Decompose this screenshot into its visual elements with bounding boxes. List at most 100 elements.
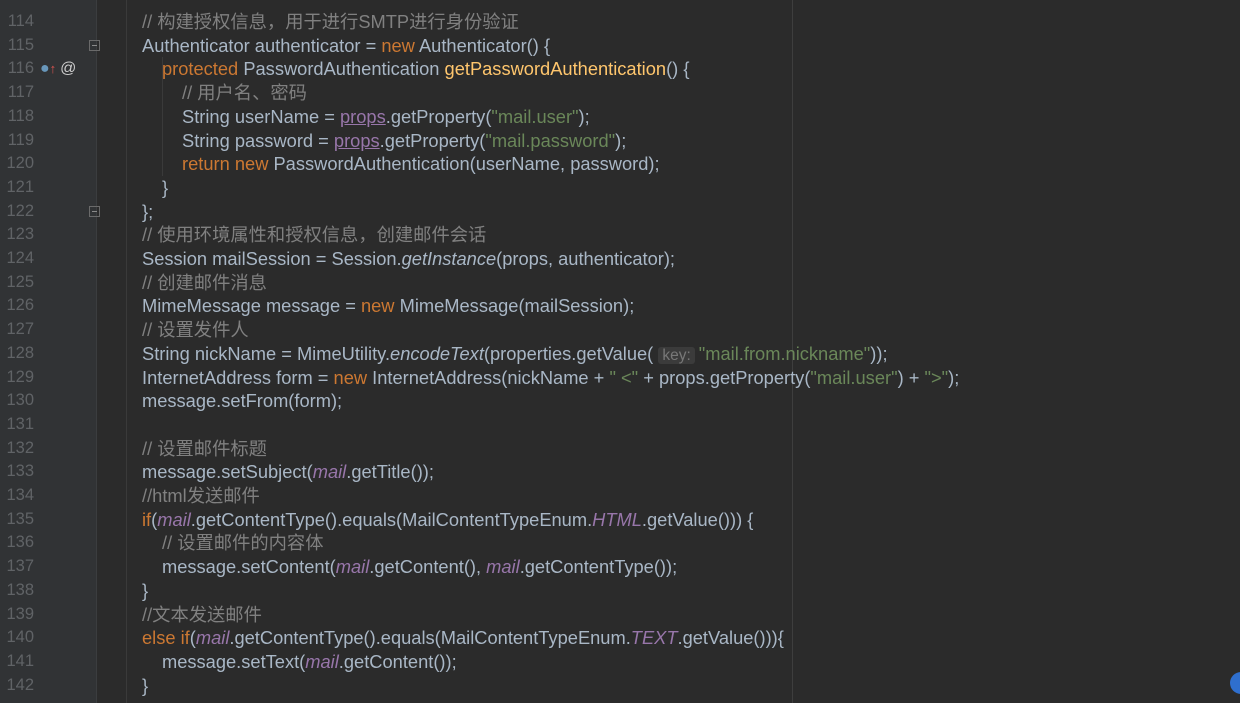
code-line[interactable]: 129 InternetAddress form = new InternetAd… (0, 366, 1240, 390)
code-line[interactable]: 141 message.setText(mail.getContent()); (0, 650, 1240, 674)
code-line[interactable]: 114 // 构建授权信息，用于进行SMTP进行身份验证 (0, 10, 1240, 34)
code-line[interactable]: 138} (0, 579, 1240, 603)
code-line[interactable]: 137 message.setContent(mail.getContent(),… (0, 555, 1240, 579)
code-text: InternetAddress form = new InternetAddre… (142, 366, 959, 390)
code-text: // 设置邮件标题 (142, 437, 267, 461)
line-number: 126 (6, 296, 34, 315)
code-line[interactable]: 119 String password = props.getProperty("… (0, 129, 1240, 153)
code-token: .getContent(), (369, 556, 487, 578)
code-token: mail (335, 556, 370, 578)
code-line[interactable]: 125 // 创建邮件消息 (0, 271, 1240, 295)
code-token: // 设置邮件的内容体 (162, 532, 324, 554)
line-number: 125 (6, 272, 34, 291)
code-line[interactable]: 126 MimeMessage message = new MimeMessage… (0, 294, 1240, 318)
line-number: 117 (7, 83, 34, 102)
code-line[interactable]: 127 // 设置发件人 (0, 318, 1240, 342)
code-text: // 设置邮件的内容体 (162, 531, 324, 555)
code-token: props (333, 129, 380, 151)
code-token: } (142, 579, 149, 601)
code-line[interactable]: 142} (0, 674, 1240, 698)
line-number: 116 (7, 59, 34, 78)
code-line[interactable]: 131 (0, 413, 1240, 437)
code-line[interactable]: 140 else if(mail.getContentType().equals(… (0, 626, 1240, 650)
code-token: protected (162, 58, 239, 80)
line-number: 127 (6, 320, 34, 339)
code-token: )); (870, 342, 888, 364)
override-method-icon[interactable]: ●↑ @ (40, 57, 76, 81)
code-line[interactable]: 124 Session mailSession = Session.getInst… (0, 247, 1240, 271)
code-token: mail (312, 461, 347, 483)
code-text: if(mail.getContentType().equals(MailCont… (142, 508, 753, 532)
code-text: String password = props.getProperty("mai… (182, 129, 626, 153)
code-token: PasswordAuthentication (238, 58, 445, 80)
code-token: " <" (609, 366, 639, 388)
code-token: Authenticator authenticator = (142, 34, 382, 56)
at-sign-icon[interactable]: @ (60, 60, 76, 77)
code-text: } (142, 579, 148, 603)
code-token: //文本发送邮件 (142, 603, 262, 625)
code-text: // 创建邮件消息 (142, 271, 267, 295)
code-token: message.setText( (162, 650, 306, 672)
code-line[interactable]: 128 String nickName = MimeUtility.encodeT… (0, 342, 1240, 366)
line-number: 115 (7, 35, 34, 54)
code-text: } (162, 176, 168, 200)
code-token: TEXT (630, 627, 678, 649)
fold-toggle-icon[interactable] (89, 39, 100, 51)
code-token: .getContentType().equals(MailContentType… (229, 627, 631, 649)
code-token: .getValue())){ (677, 627, 784, 649)
code-text: message.setContent(mail.getContent(), ma… (162, 555, 677, 579)
fold-toggle-icon[interactable] (89, 205, 100, 217)
code-token: new (333, 366, 368, 388)
code-line[interactable]: 132 // 设置邮件标题 (0, 437, 1240, 461)
line-number: 134 (6, 486, 34, 504)
code-token: InternetAddress(nickName + (367, 366, 610, 388)
code-token: .getContentType().equals(MailContentType… (190, 508, 593, 530)
code-token: String nickName = MimeUtility. (142, 342, 391, 364)
line-number: 123 (6, 225, 34, 244)
line-number: 129 (6, 367, 34, 386)
parameter-hint: key: (658, 346, 695, 364)
code-token: .getValue())) { (641, 508, 754, 530)
code-line[interactable]: 123 // 使用环境属性和授权信息，创建邮件会话 (0, 223, 1240, 247)
code-line[interactable]: 121} (0, 176, 1240, 200)
code-token: .getContentType()); (519, 556, 678, 578)
code-line[interactable]: 115 Authenticator authenticator = new Aut… (0, 34, 1240, 58)
code-line[interactable]: 136 // 设置邮件的内容体 (0, 531, 1240, 555)
code-line[interactable]: 139 //文本发送邮件 (0, 603, 1240, 627)
code-token: () { (666, 58, 690, 80)
code-token: new (360, 295, 395, 317)
code-text: } (142, 674, 148, 698)
code-token: MimeMessage(mailSession); (394, 295, 635, 317)
code-editor[interactable]: 114 // 构建授权信息，用于进行SMTP进行身份验证 115 Authentica… (0, 0, 1240, 703)
line-number: 136 (6, 533, 34, 552)
code-line[interactable]: 117 // 用户名、密码 (0, 81, 1240, 105)
code-token: ); (948, 366, 960, 388)
code-text: protected PasswordAuthentication getPass… (162, 57, 689, 81)
code-token: InternetAddress form = (142, 366, 334, 388)
code-token: } (142, 674, 149, 696)
code-token: String password = (182, 129, 334, 151)
code-line[interactable]: 130 message.setFrom(form); (0, 389, 1240, 413)
code-token: }; (142, 200, 154, 222)
code-token: message.setSubject( (142, 461, 313, 483)
code-line[interactable]: 120 return new PasswordAuthentication(use… (0, 152, 1240, 176)
code-token: } (162, 176, 169, 198)
code-text: message.setFrom(form); (142, 389, 342, 413)
code-token: (props, authenticator); (496, 248, 675, 269)
line-number: 118 (7, 106, 34, 125)
code-token: .getProperty( (385, 105, 492, 127)
code-line[interactable]: 134 //html发送邮件 (0, 484, 1240, 508)
code-line[interactable]: 133 message.setSubject(mail.getTitle()); (0, 460, 1240, 484)
code-line[interactable]: 118 String userName = props.getProperty("… (0, 105, 1240, 129)
code-token: ); (578, 105, 590, 127)
code-token: props (340, 105, 386, 127)
line-number: 130 (6, 391, 34, 410)
code-line[interactable]: 116 ●↑ @ protected PasswordAuthentication g… (0, 57, 1240, 81)
line-number: 121 (6, 177, 34, 196)
code-line[interactable]: 135 if(mail.getContentType().equals(MailC… (0, 508, 1240, 532)
line-number: 137 (6, 557, 34, 576)
line-number: 124 (6, 249, 34, 267)
code-line[interactable]: 122}; (0, 200, 1240, 224)
code-text: return new PasswordAuthentication(userNa… (182, 152, 660, 176)
line-number: 120 (6, 154, 34, 173)
